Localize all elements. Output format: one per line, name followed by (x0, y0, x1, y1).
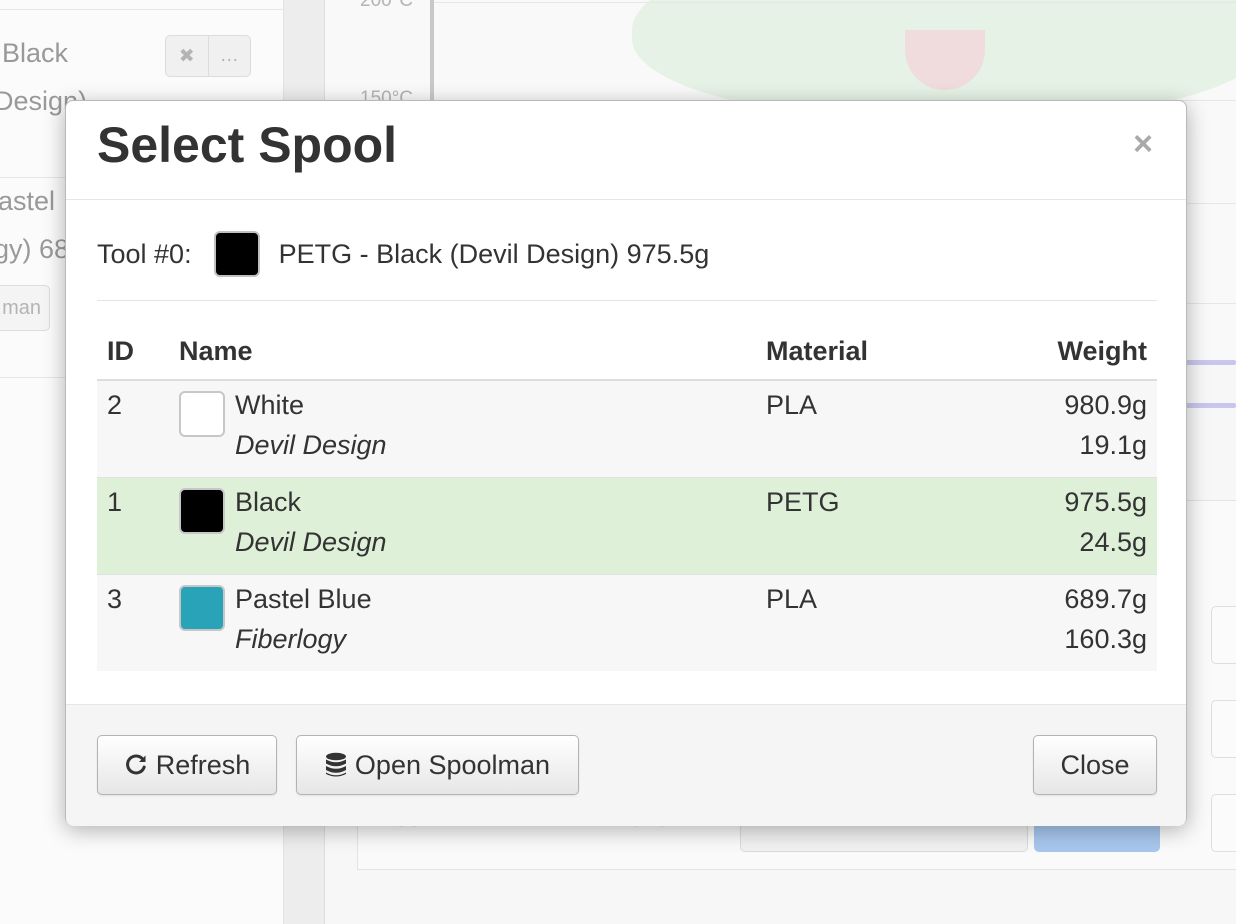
sidebar-spool-name: astel (0, 186, 56, 216)
spool-remaining-weight: 980.9g (1064, 390, 1147, 420)
spool-used-weight: 24.5g (1079, 526, 1147, 557)
table-header-row: ID Name Material Weight (97, 323, 1157, 381)
modal-footer: Refresh Open Spoolman Close (66, 704, 1186, 826)
divider (97, 300, 1157, 301)
tool-label: Tool #0: (97, 238, 192, 269)
spool-color-swatch (179, 391, 225, 437)
spool-id: 1 (107, 486, 123, 517)
spool-material: PLA (766, 390, 818, 420)
open-spoolman-label: Open Spoolman (354, 749, 551, 780)
spool-name: Pastel Blue (235, 583, 372, 614)
spool-material: PETG (766, 486, 840, 517)
spool-used-weight: 160.3g (1064, 623, 1147, 654)
open-spoolman-button[interactable]: Open Spoolman (296, 735, 579, 795)
table-row[interactable]: 1 Black Devil Design PETG 975.5g 24.5g (97, 477, 1157, 574)
sidebar-spool-button-group[interactable]: ✖ … (165, 35, 251, 77)
spool-table: ID Name Material Weight 2 White Devil De… (97, 323, 1157, 671)
spool-id: 2 (107, 390, 123, 420)
current-tool-spool: Tool #0: PETG - Black (Devil Design) 975… (97, 231, 709, 277)
modal-title: Select Spool (97, 117, 398, 173)
tool-color-swatch (213, 231, 260, 277)
close-button[interactable]: Close (1033, 735, 1157, 795)
graph-gridline (434, 2, 1236, 3)
refresh-button[interactable]: Refresh (97, 735, 277, 795)
clear-icon[interactable]: ✖ (166, 36, 208, 76)
graph-series-line (1186, 360, 1236, 365)
close-icon[interactable]: × (1130, 127, 1156, 161)
graph-tick-label: 200°C (360, 0, 414, 11)
spool-name: White (235, 390, 305, 420)
sidebar-spoolman-button[interactable]: man (0, 285, 50, 331)
temperature-input[interactable] (1211, 700, 1236, 758)
tool-spool-description: PETG - Black (Devil Design) 975.5g (278, 238, 710, 269)
column-header-material: Material (756, 323, 1013, 381)
temperature-input[interactable] (1211, 794, 1236, 852)
more-icon[interactable]: … (207, 36, 251, 76)
refresh-icon (125, 754, 146, 775)
modal-header: Select Spool × (66, 101, 1186, 200)
database-icon (325, 752, 346, 777)
spool-remaining-weight: 689.7g (1064, 583, 1147, 614)
spool-remaining-weight: 975.5g (1064, 486, 1147, 517)
sidebar-divider (0, 0, 284, 10)
close-label: Close (1060, 749, 1130, 780)
spool-color-swatch (179, 584, 225, 631)
column-header-weight: Weight (1013, 323, 1157, 381)
spool-id: 3 (107, 583, 123, 614)
sidebar-spool-vendor: gy) 68 (0, 234, 70, 264)
spool-name: Black (235, 486, 302, 517)
table-row[interactable]: 3 Pastel Blue Fiberlogy PLA 689.7g 160.3… (97, 574, 1157, 671)
spool-color-swatch (179, 487, 225, 534)
column-header-name: Name (169, 323, 756, 381)
spool-vendor: Devil Design (235, 526, 387, 557)
sidebar-spool-name: Black (2, 38, 69, 68)
spool-vendor: Devil Design (235, 430, 387, 460)
column-header-id: ID (97, 323, 169, 381)
spool-vendor: Fiberlogy (235, 623, 347, 654)
refresh-label: Refresh (155, 749, 251, 780)
spool-used-weight: 19.1g (1079, 430, 1147, 460)
spool-material: PLA (766, 583, 818, 614)
graph-series-line (1186, 403, 1236, 408)
select-spool-modal: Select Spool × Tool #0: PETG - Black (De… (65, 100, 1187, 826)
table-row[interactable]: 2 White Devil Design PLA 980.9g 19.1g (97, 380, 1157, 477)
temperature-input[interactable] (1211, 606, 1236, 664)
